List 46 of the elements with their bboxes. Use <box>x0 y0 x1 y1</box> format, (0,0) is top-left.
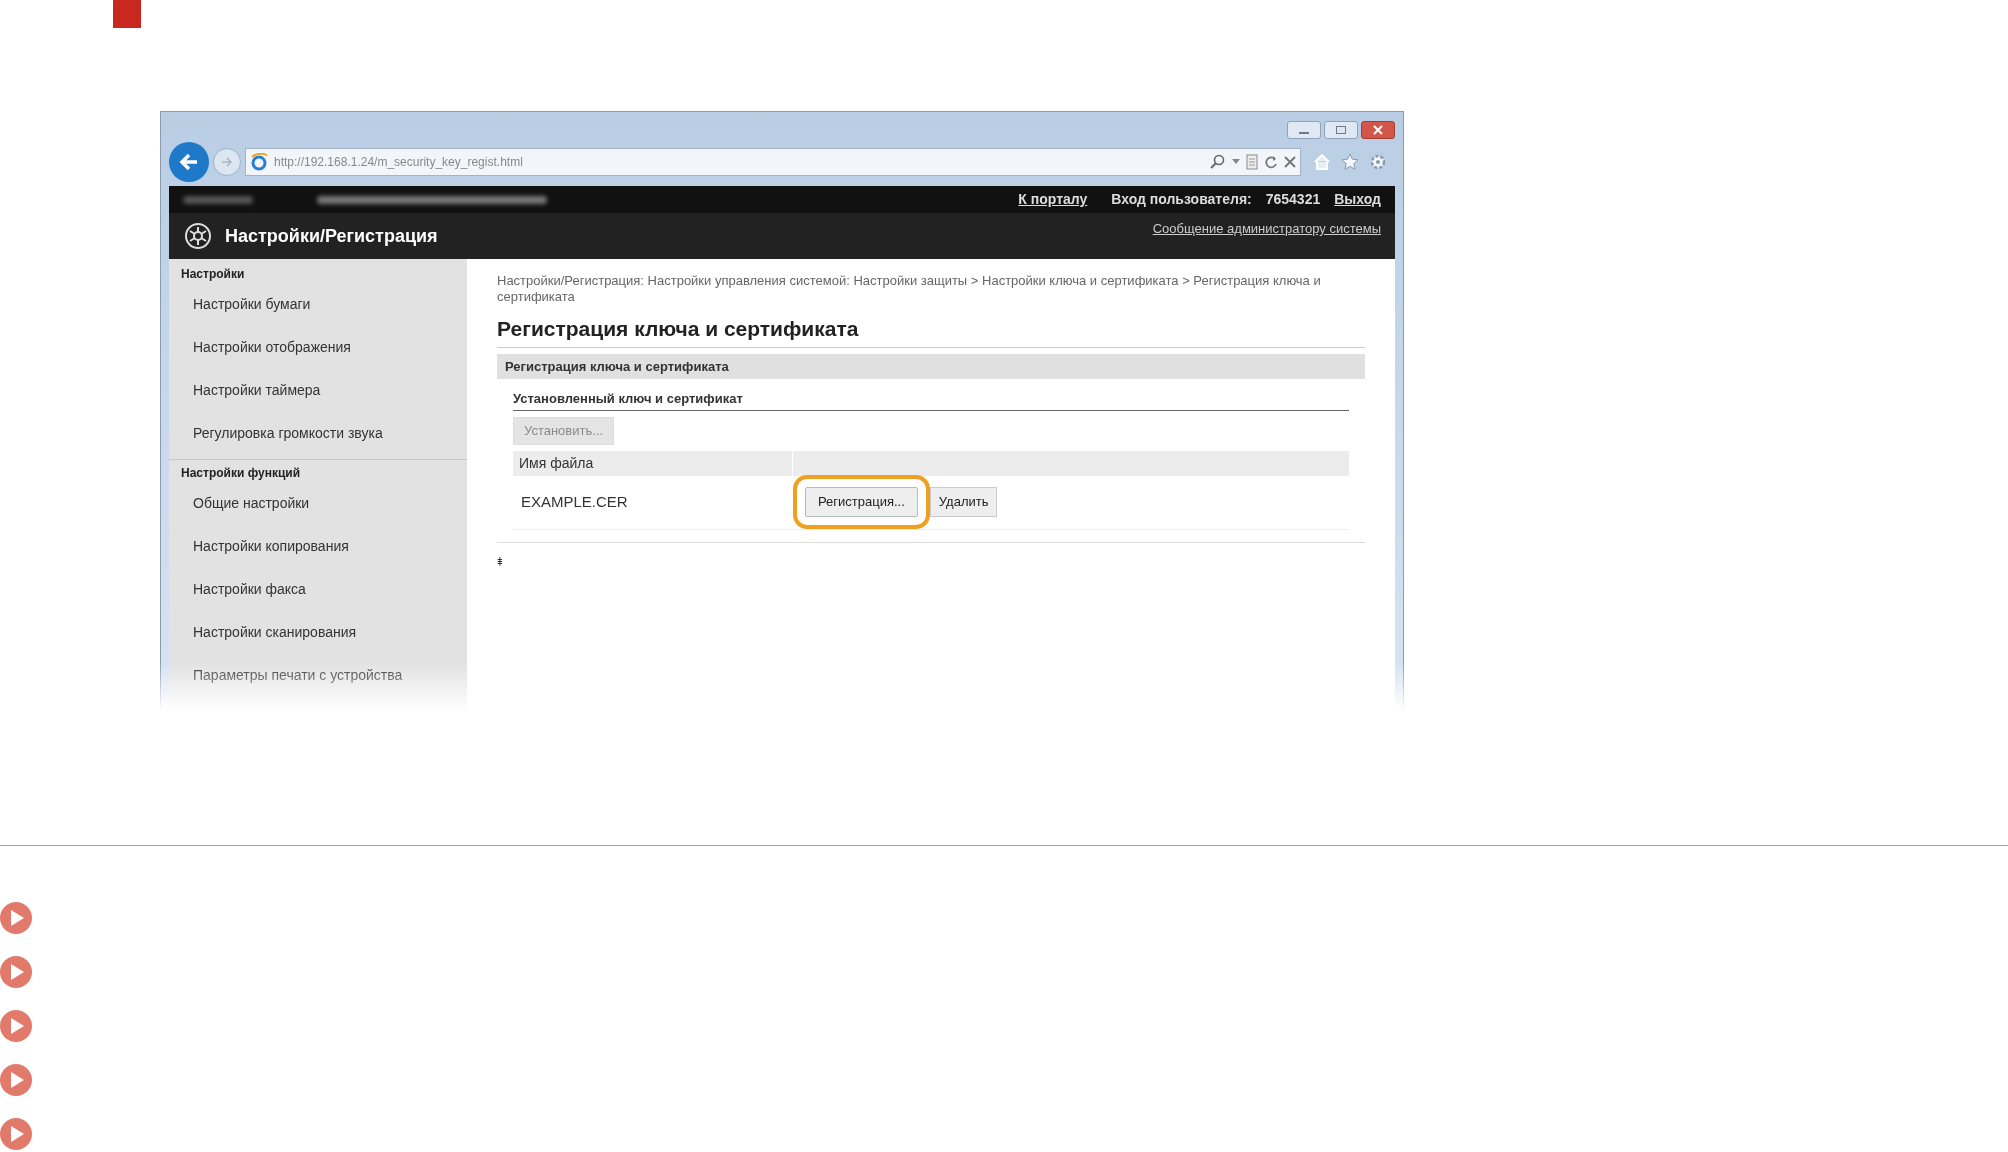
close-button[interactable] <box>1361 121 1395 139</box>
sidebar-section-title: Настройки <box>180 266 246 283</box>
sidebar-section-title: Настройки функций <box>169 459 467 482</box>
sidebar-item[interactable]: Параметры печати с устройства <box>169 654 403 697</box>
portal-link[interactable]: К порталу <box>1018 189 1088 210</box>
login-label: Вход пользователя: <box>1111 190 1252 209</box>
settings-icon[interactable] <box>1369 153 1387 171</box>
breadcrumb: Настройки/Регистрация: Настройки управления системой: Настройки защиты > Настройки ключа и сертификата > Регистрация ключа и сертификата <box>497 273 1322 305</box>
star-icon[interactable] <box>1341 153 1359 171</box>
home-icon[interactable] <box>1313 153 1331 171</box>
login-user: 7654321 <box>1265 190 1321 209</box>
forward-arrow-icon <box>221 157 233 167</box>
chapter-marker <box>113 0 141 28</box>
browser-page-icon <box>250 153 268 171</box>
back-arrow-icon <box>179 153 199 171</box>
minimize-button[interactable] <box>1287 121 1321 139</box>
section-header: Регистрация ключа и сертификата <box>497 353 1365 379</box>
settings-icon <box>183 221 213 251</box>
dropdown-caret-icon[interactable] <box>1232 159 1240 165</box>
page-top-link[interactable]: ⯒ <box>497 553 503 569</box>
sidebar-item[interactable]: Настройки отображения <box>169 326 351 369</box>
url-text: http://192.168.1.24/m_security_key_regist.html <box>274 154 524 171</box>
sidebar-item[interactable]: Настройки факса <box>169 568 306 611</box>
maximize-button[interactable] <box>1324 121 1358 139</box>
sidebar-item[interactable]: Настройки копирования <box>169 525 349 568</box>
column-header: Имя файла <box>513 450 793 476</box>
search-icon[interactable] <box>1210 154 1226 170</box>
sidebar-item[interactable]: Настройки бумаги <box>169 283 311 326</box>
app-title: Настройки/Регистрация <box>225 224 438 248</box>
logout-link[interactable]: Выход <box>1334 189 1381 210</box>
sidebar-item[interactable]: Общие настройки <box>169 482 310 525</box>
page-heading: Регистрация ключа и сертификата <box>497 313 1365 348</box>
action-button[interactable]: Удалить <box>929 487 998 517</box>
admin-message-link[interactable]: Сообщение администратору системы <box>1152 219 1381 239</box>
sidebar-item[interactable]: Настройки сканирования <box>169 611 357 654</box>
stop-icon[interactable] <box>1284 156 1296 168</box>
device-name-blurred <box>183 195 253 204</box>
close-icon <box>1373 125 1383 135</box>
sidebar-item[interactable]: Регулировка громкости звука <box>169 412 383 455</box>
forward-button[interactable] <box>213 148 241 176</box>
subsection-title: Установленный ключ и сертификат <box>513 389 1349 411</box>
back-button[interactable] <box>169 142 209 182</box>
refresh-icon[interactable] <box>1264 155 1278 169</box>
file-name: EXAMPLE.CER <box>520 491 629 512</box>
sidebar-item[interactable]: Настройки таймера <box>169 369 321 412</box>
page-icon[interactable] <box>1246 154 1258 170</box>
